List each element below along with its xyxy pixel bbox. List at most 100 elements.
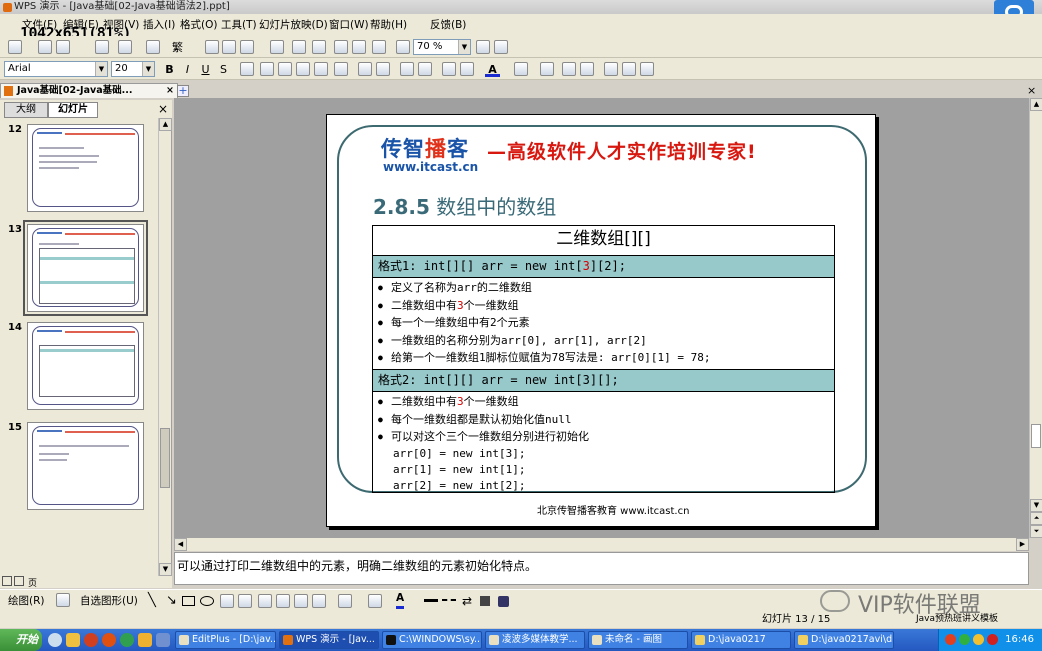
horizontal-scrollbar[interactable]: ◀ ▶ bbox=[174, 538, 1029, 551]
bold-button[interactable]: B bbox=[162, 62, 177, 77]
previous-slide-icon[interactable]: ⏶ bbox=[1030, 512, 1042, 525]
distribute-icon[interactable] bbox=[314, 62, 328, 76]
scroll-down-icon[interactable]: ▼ bbox=[1030, 499, 1042, 512]
line-spacing-icon[interactable] bbox=[514, 62, 528, 76]
tab-slides[interactable]: 幻灯片 bbox=[48, 102, 98, 118]
increase-font-icon[interactable] bbox=[400, 62, 414, 76]
undo-icon[interactable] bbox=[292, 40, 306, 54]
format-painter-icon[interactable] bbox=[270, 40, 284, 54]
quicklaunch-icon[interactable] bbox=[120, 633, 134, 647]
decrease-indent-icon[interactable] bbox=[442, 62, 456, 76]
background-icon[interactable] bbox=[640, 62, 654, 76]
wordart-icon[interactable] bbox=[258, 594, 272, 608]
scroll-down-icon[interactable]: ▼ bbox=[159, 563, 172, 576]
select-pointer-icon[interactable] bbox=[56, 593, 70, 607]
design-icon[interactable] bbox=[562, 62, 576, 76]
line-style-icon[interactable] bbox=[424, 599, 438, 602]
para-spacing-icon[interactable] bbox=[540, 62, 554, 76]
rectangle-icon[interactable] bbox=[182, 596, 195, 606]
notes-pane[interactable]: 可以通过打印二维数组中的元素，明确二维数组的元素初始化特点。 bbox=[174, 552, 1029, 585]
bullets-icon[interactable] bbox=[376, 62, 390, 76]
align-right-icon[interactable] bbox=[278, 62, 292, 76]
task-editplus[interactable]: EditPlus - [D:\jav... bbox=[175, 631, 276, 649]
open-icon[interactable] bbox=[38, 40, 52, 54]
slide-thumbnail-15[interactable] bbox=[27, 422, 144, 510]
italic-button[interactable]: I bbox=[180, 62, 195, 77]
menu-format[interactable]: 格式(O) bbox=[180, 14, 217, 36]
arrow-style-icon[interactable]: ⇄ bbox=[462, 590, 472, 612]
slide-canvas[interactable]: 传智播客 www.itcast.cn —高级软件人才实作培训专家! 2.8.5 … bbox=[326, 114, 876, 527]
scroll-thumb[interactable] bbox=[1031, 424, 1041, 448]
start-button[interactable]: 开始 bbox=[0, 629, 42, 651]
close-document-icon[interactable]: × bbox=[1027, 84, 1036, 97]
quicklaunch-ie-icon[interactable] bbox=[48, 633, 62, 647]
clipart-icon[interactable] bbox=[294, 594, 308, 608]
task-wps[interactable]: WPS 演示 - [Jav... bbox=[279, 631, 379, 649]
insert-table-icon[interactable] bbox=[352, 40, 366, 54]
cut-icon[interactable] bbox=[205, 40, 219, 54]
table-icon[interactable] bbox=[622, 62, 636, 76]
slide-thumbnail-12[interactable] bbox=[27, 124, 144, 212]
scroll-left-icon[interactable]: ◀ bbox=[174, 538, 187, 551]
menu-window[interactable]: 窗口(W) bbox=[329, 14, 369, 36]
export-icon[interactable] bbox=[95, 40, 109, 54]
arrow-icon[interactable]: ↘ bbox=[166, 590, 177, 612]
task-paint[interactable]: 未命名 - 画图 bbox=[588, 631, 688, 649]
slide-thumbnail-13[interactable] bbox=[23, 220, 148, 316]
redo-icon[interactable] bbox=[312, 40, 326, 54]
tray-icon[interactable] bbox=[945, 634, 956, 645]
fill-color-icon[interactable] bbox=[338, 594, 352, 608]
menu-insert[interactable]: 插入(I) bbox=[143, 14, 175, 36]
thumbnail-scrollbar[interactable]: ▲ ▼ bbox=[158, 118, 172, 576]
tab-outline[interactable]: 大纲 bbox=[4, 102, 48, 118]
layout-icon[interactable] bbox=[580, 62, 594, 76]
normal-view-icon[interactable] bbox=[2, 576, 12, 586]
menu-tools[interactable]: 工具(T) bbox=[221, 14, 257, 36]
task-folder-java0217[interactable]: D:\java0217 bbox=[691, 631, 791, 649]
help-icon[interactable] bbox=[494, 40, 508, 54]
slideshow-view-icon[interactable]: 页 bbox=[28, 576, 37, 589]
textbox-icon[interactable] bbox=[220, 594, 234, 608]
sorter-view-icon[interactable] bbox=[14, 576, 24, 586]
new-slide-icon[interactable] bbox=[604, 62, 618, 76]
line-icon[interactable]: ╲ bbox=[148, 590, 156, 612]
shadow-button[interactable]: S bbox=[216, 62, 231, 77]
close-tab-icon[interactable]: × bbox=[166, 84, 174, 98]
line-color-icon[interactable] bbox=[368, 594, 382, 608]
picture-icon[interactable] bbox=[312, 594, 326, 608]
insert-image-icon[interactable] bbox=[372, 40, 386, 54]
scroll-up-icon[interactable]: ▲ bbox=[1030, 98, 1042, 111]
autoshape-button[interactable]: 自选图形(U) bbox=[80, 590, 138, 612]
save-icon[interactable] bbox=[56, 40, 70, 54]
task-cmd[interactable]: C:\WINDOWS\sy... bbox=[382, 631, 482, 649]
traditional-chinese-button[interactable]: 繁 bbox=[170, 40, 185, 55]
document-tab[interactable]: Java基础[02-Java基础... × bbox=[0, 83, 178, 98]
scroll-right-icon[interactable]: ▶ bbox=[1016, 538, 1029, 551]
diagram-icon[interactable] bbox=[276, 594, 290, 608]
font-color-icon[interactable]: A bbox=[485, 62, 500, 77]
quicklaunch-icon[interactable] bbox=[102, 633, 116, 647]
quicklaunch-icon[interactable] bbox=[66, 633, 80, 647]
new-icon[interactable] bbox=[8, 40, 22, 54]
quicklaunch-icon[interactable] bbox=[156, 633, 170, 647]
numbering-icon[interactable] bbox=[358, 62, 372, 76]
menu-slideshow[interactable]: 幻灯片放映(D) bbox=[259, 14, 328, 36]
print-preview-icon[interactable] bbox=[146, 40, 160, 54]
next-slide-icon[interactable]: ⏷ bbox=[1030, 525, 1042, 538]
close-panel-icon[interactable]: × bbox=[158, 102, 168, 116]
scroll-thumb[interactable] bbox=[160, 428, 170, 488]
task-folder-avi[interactable]: D:\java0217avi\d... bbox=[794, 631, 894, 649]
quicklaunch-icon[interactable] bbox=[138, 633, 152, 647]
3d-style-icon[interactable] bbox=[498, 596, 509, 607]
slide-thumbnail-14[interactable] bbox=[27, 322, 144, 410]
columns-icon[interactable] bbox=[334, 62, 348, 76]
slide-vertical-scrollbar[interactable]: ▲ ▼ ⏶ ⏷ bbox=[1029, 98, 1042, 538]
vertical-textbox-icon[interactable] bbox=[238, 594, 252, 608]
font-color-icon[interactable]: A bbox=[396, 590, 405, 609]
menu-feedback[interactable]: 反馈(B) bbox=[430, 14, 466, 36]
paste-icon[interactable] bbox=[240, 40, 254, 54]
shadow-style-icon[interactable] bbox=[480, 596, 490, 606]
draw-menu-button[interactable]: 绘图(R) bbox=[8, 590, 45, 612]
font-name-select[interactable]: Arial ▼ bbox=[4, 61, 108, 77]
dash-style-icon[interactable] bbox=[442, 599, 456, 601]
